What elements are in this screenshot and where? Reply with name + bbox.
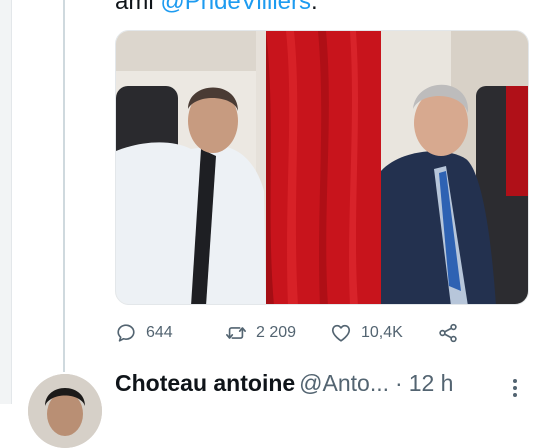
author-name[interactable]: Choteau antoine — [115, 370, 295, 396]
reply-count: 644 — [146, 324, 173, 341]
share-button[interactable] — [437, 318, 459, 348]
retweet-count: 2 209 — [256, 324, 297, 341]
like-count: 10,4K — [361, 324, 403, 341]
mention-link[interactable]: @PhdeVilliers — [160, 0, 311, 15]
avatar[interactable] — [28, 374, 102, 448]
retweet-icon — [226, 327, 246, 339]
author-handle[interactable]: @Anto... — [299, 370, 389, 396]
photo-illustration — [116, 31, 528, 304]
reply-author-row: Choteau antoine @Anto... · 12 h — [115, 370, 453, 406]
tweet-text: ami @PhdeVilliers. — [115, 0, 318, 18]
reply-icon — [117, 324, 135, 342]
thread-connector-line — [63, 0, 65, 372]
heart-icon — [331, 324, 351, 342]
reply-button[interactable]: 644 — [115, 318, 173, 348]
left-edge-panel — [0, 0, 12, 404]
share-icon — [439, 323, 457, 343]
tweet-photo[interactable] — [115, 30, 529, 305]
like-button[interactable]: 10,4K — [330, 318, 403, 348]
meta-separator: · — [395, 370, 403, 396]
avatar-image — [28, 374, 102, 448]
retweet-button[interactable]: 2 209 — [225, 318, 296, 348]
tweet-actions-bar: 644 2 209 10,4K — [115, 318, 475, 348]
more-icon[interactable] — [510, 376, 520, 400]
tweet-text-prefix: ami — [115, 0, 154, 15]
tweet-text-suffix: . — [311, 0, 318, 15]
timestamp[interactable]: 12 h — [409, 370, 454, 396]
